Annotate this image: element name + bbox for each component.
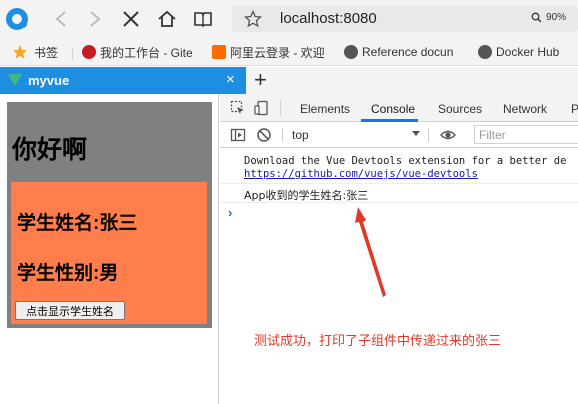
annotation-text: 测试成功，打印了子组件中传递过来的张三 bbox=[254, 333, 502, 348]
